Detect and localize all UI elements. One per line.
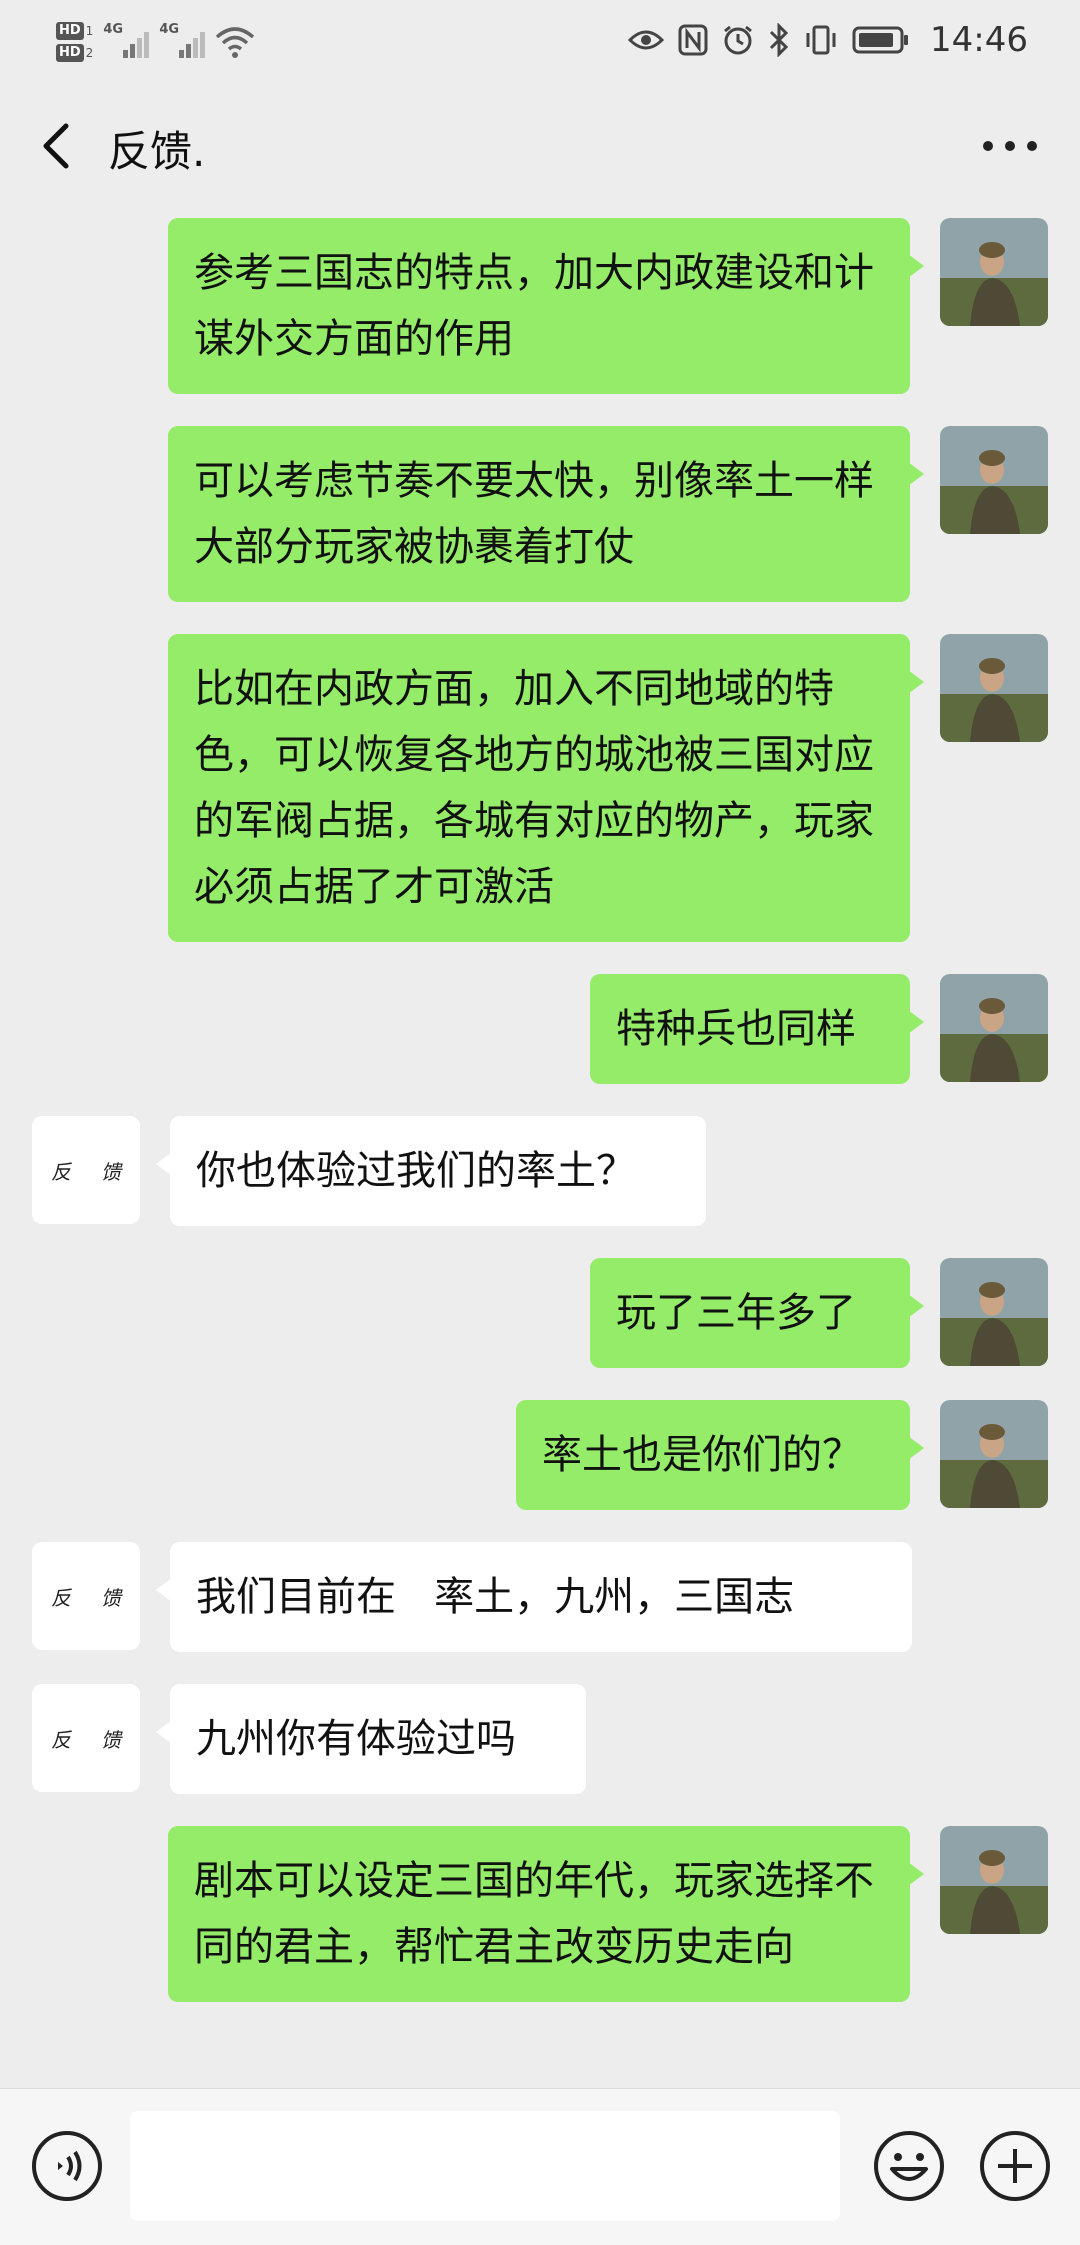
user-avatar[interactable] xyxy=(940,974,1048,1082)
status-right: 14:46 xyxy=(628,14,1028,66)
hd1-num: 1 xyxy=(85,24,94,38)
nfc-icon xyxy=(678,24,708,56)
emoji-icon[interactable] xyxy=(872,2129,946,2203)
message-bubble[interactable]: 比如在内政方面，加入不同地域的特色，可以恢复各地方的城池被三国对应的军阀占据，各… xyxy=(168,634,924,942)
network-2-label: 4G xyxy=(159,22,180,37)
message-bubble[interactable]: 剧本可以设定三国的年代，玩家选择不同的君主，帮忙君主改变历史走向 xyxy=(168,1826,924,2002)
message-bubble[interactable]: 参考三国志的特点，加大内政建设和计谋外交方面的作用 xyxy=(168,218,924,394)
user-avatar[interactable] xyxy=(940,1826,1048,1934)
signal-2-icon: 4G xyxy=(159,22,206,60)
bluetooth-icon xyxy=(769,23,789,57)
message-bubble[interactable]: 你也体验过我们的率土？ xyxy=(156,1116,706,1226)
message-bubble[interactable]: 率土也是你们的？ xyxy=(516,1400,924,1510)
plus-icon[interactable] xyxy=(978,2129,1052,2203)
hd1-indicator: HD 1 xyxy=(56,22,93,40)
feedback-avatar-char: 馈 xyxy=(101,1727,121,1752)
status-bar: HD 1 HD 2 4G 4G 14:46 xyxy=(0,0,1080,80)
feedback-avatar-char: 反 xyxy=(51,1727,71,1752)
hd-indicators: HD 1 HD 2 xyxy=(56,22,93,62)
hd2-indicator: HD 2 xyxy=(56,44,93,62)
feedback-avatar-char: 反 xyxy=(51,1159,71,1184)
user-avatar[interactable] xyxy=(940,634,1048,742)
hd1-label: HD xyxy=(56,22,84,40)
message-bubble[interactable]: 可以考虑节奏不要太快，别像率土一样大部分玩家被协裹着打仗 xyxy=(168,426,924,602)
vibrate-icon xyxy=(806,25,836,55)
battery-icon xyxy=(852,26,909,54)
status-left: HD 1 HD 2 4G 4G xyxy=(56,10,255,74)
feedback-avatar-char: 馈 xyxy=(101,1159,121,1184)
message-bubble[interactable]: 特种兵也同样 xyxy=(590,974,924,1084)
user-avatar[interactable] xyxy=(940,1400,1048,1508)
feedback-avatar[interactable]: 反 馈 xyxy=(32,1542,140,1650)
wifi-icon xyxy=(216,27,255,58)
chat-title: 反馈. xyxy=(108,127,206,176)
more-dots-icon[interactable] xyxy=(980,136,1040,156)
feedback-avatar[interactable]: 反 馈 xyxy=(32,1116,140,1224)
hd2-num: 2 xyxy=(85,46,94,60)
feedback-avatar-char: 反 xyxy=(51,1585,71,1610)
alarm-icon xyxy=(724,25,752,55)
message-bubble[interactable]: 我们目前在 率土，九州，三国志 xyxy=(156,1542,912,1652)
user-avatar[interactable] xyxy=(940,1258,1048,1366)
hd2-label: HD xyxy=(56,44,84,62)
message-input[interactable] xyxy=(130,2111,840,2221)
network-1-label: 4G xyxy=(103,22,124,37)
message-bubble[interactable]: 玩了三年多了 xyxy=(590,1258,924,1368)
input-bar xyxy=(0,2088,1080,2245)
clock: 14:46 xyxy=(930,20,1028,60)
eye-icon xyxy=(628,30,665,50)
feedback-avatar-char: 馈 xyxy=(101,1585,121,1610)
message-bubble[interactable]: 九州你有体验过吗 xyxy=(156,1684,586,1794)
signal-1-icon: 4G xyxy=(103,22,150,60)
chevron-left-icon[interactable] xyxy=(36,120,80,172)
chat-header: 反馈. xyxy=(0,80,1080,210)
feedback-avatar[interactable]: 反 馈 xyxy=(32,1684,140,1792)
voice-input-icon[interactable] xyxy=(30,2129,104,2203)
user-avatar[interactable] xyxy=(940,218,1048,326)
user-avatar[interactable] xyxy=(940,426,1048,534)
